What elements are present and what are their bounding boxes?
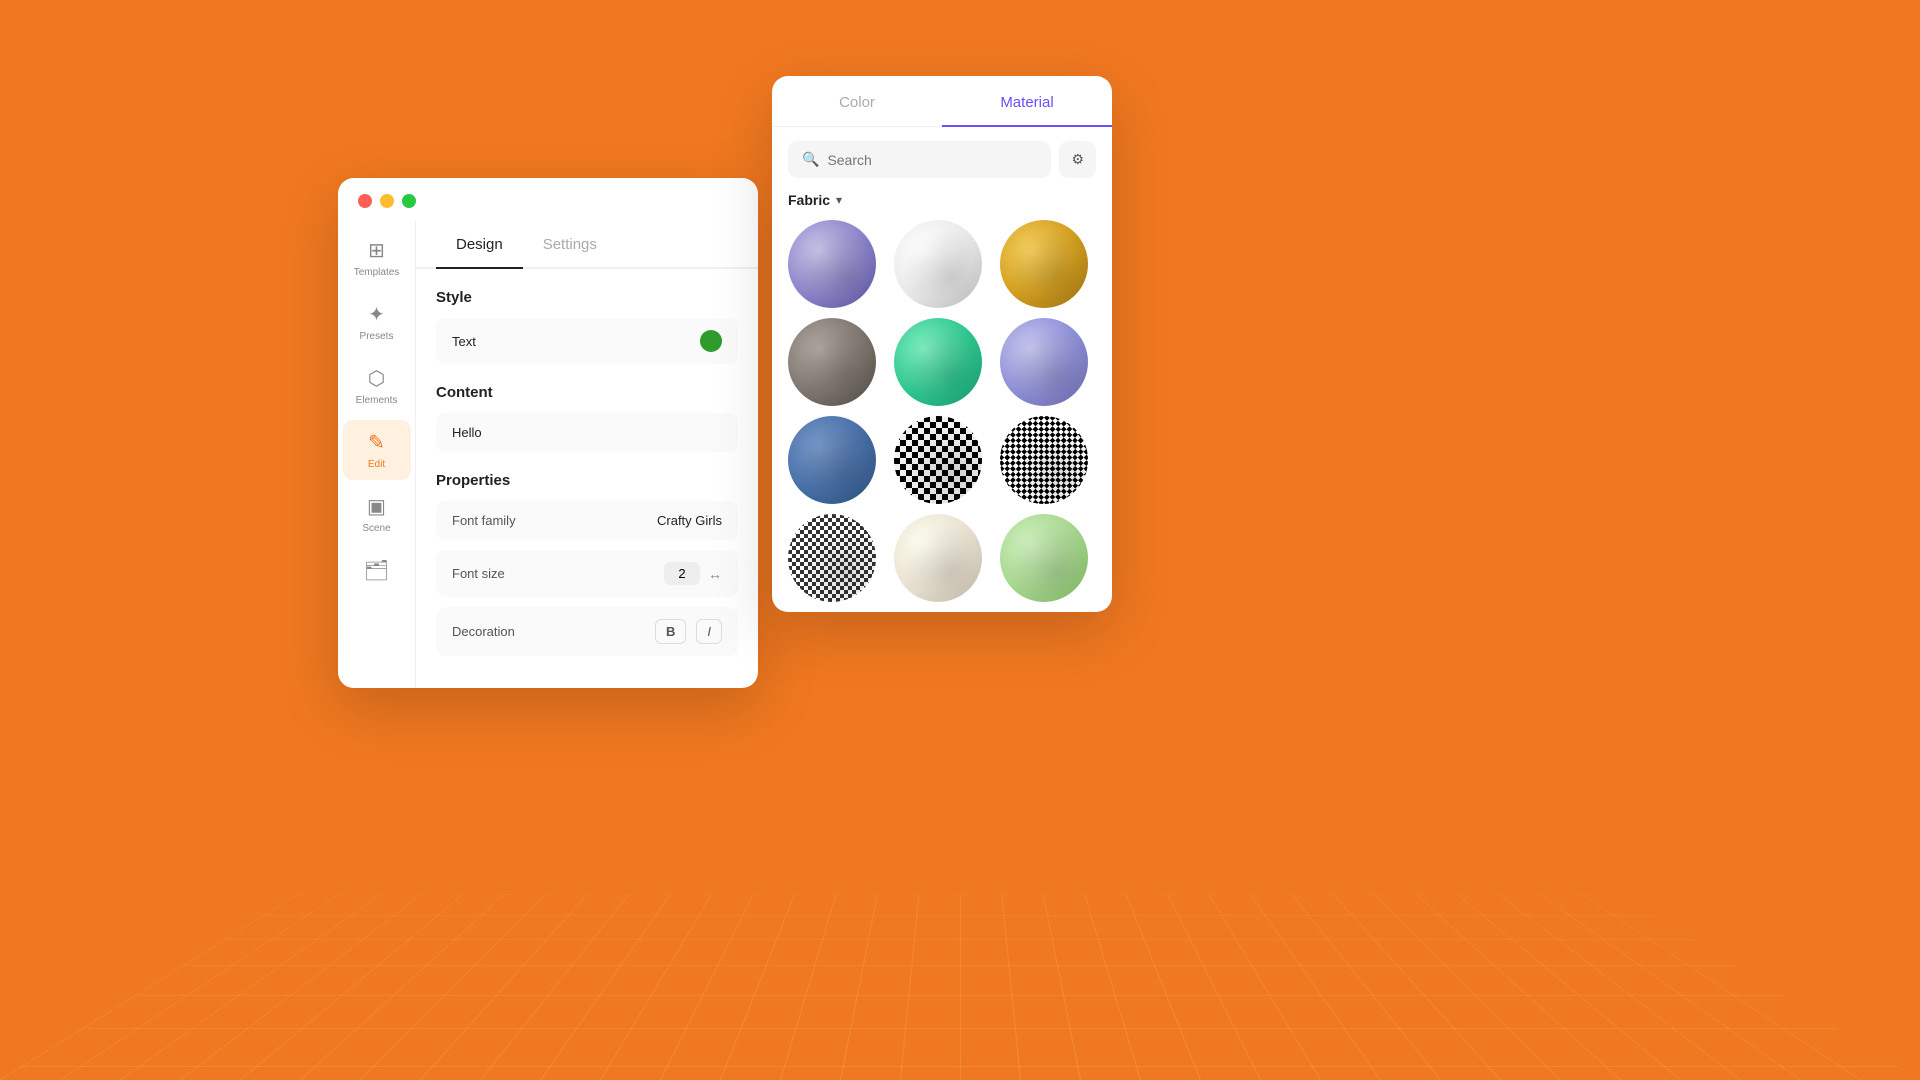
material-mint[interactable] — [894, 318, 982, 406]
fabric-row: Fabric ▾ — [772, 192, 1112, 220]
font-family-row: Font family Crafty Girls — [436, 501, 738, 540]
sidebar-item-templates[interactable]: ⊞ Templates — [343, 228, 411, 288]
scene-icon: ▣ — [367, 494, 386, 519]
elements-icon: ⬡ — [368, 366, 385, 391]
fabric-chevron[interactable]: ▾ — [836, 193, 842, 207]
tabs-bar: Design Settings — [416, 220, 758, 269]
font-size-controls: ↔ — [664, 562, 722, 585]
font-family-value: Crafty Girls — [657, 513, 722, 528]
floor-grid — [0, 894, 1920, 1080]
fabric-label: Fabric — [788, 192, 830, 208]
content-section-title: Content — [436, 384, 738, 401]
font-family-label: Font family — [452, 513, 516, 528]
font-size-arrows: ↔ — [708, 566, 722, 582]
decoration-row: Decoration B I — [436, 607, 738, 656]
properties-section: Properties Font family Crafty Girls Font… — [436, 472, 738, 656]
material-cream-knit[interactable] — [894, 514, 982, 602]
sidebar-item-folder[interactable]: 🗂 — [343, 548, 411, 593]
sidebar-item-presets[interactable]: ✦ Presets — [343, 292, 411, 352]
material-blue-denim[interactable] — [788, 416, 876, 504]
decoration-label: Decoration — [452, 624, 515, 639]
window-chrome — [338, 178, 758, 220]
window-minimize-dot[interactable] — [380, 194, 394, 208]
presets-label: Presets — [360, 331, 394, 342]
material-panel: Color Material 🔍 ⚙ Fabric ▾ — [772, 76, 1112, 612]
decoration-controls: B I — [655, 619, 722, 644]
tab-color[interactable]: Color — [772, 76, 942, 127]
filter-button[interactable]: ⚙ — [1059, 141, 1096, 178]
bold-button[interactable]: B — [655, 619, 686, 644]
templates-label: Templates — [354, 267, 400, 278]
search-input[interactable] — [827, 152, 1037, 168]
style-section-title: Style — [436, 289, 738, 306]
material-grid — [772, 220, 1112, 602]
font-size-row: Font size ↔ — [436, 550, 738, 597]
edit-icon: ✎ — [368, 430, 385, 455]
sidebar-item-scene[interactable]: ▣ Scene — [343, 484, 411, 544]
font-size-input[interactable] — [664, 562, 700, 585]
style-section: Style Text — [436, 289, 738, 364]
templates-icon: ⊞ — [368, 238, 385, 263]
style-value: Text — [452, 334, 476, 349]
properties-section-title: Properties — [436, 472, 738, 489]
material-lavender[interactable] — [788, 220, 876, 308]
search-icon: 🔍 — [802, 151, 819, 168]
sidebar-item-elements[interactable]: ⬡ Elements — [343, 356, 411, 416]
tab-material[interactable]: Material — [942, 76, 1112, 127]
material-tabs: Color Material — [772, 76, 1112, 127]
edit-label: Edit — [368, 459, 385, 470]
content-value: Hello — [452, 425, 482, 440]
material-gold[interactable] — [1000, 220, 1088, 308]
sidebar: ⊞ Templates ✦ Presets ⬡ Elements ✎ Edit … — [338, 220, 416, 688]
search-box[interactable]: 🔍 — [788, 141, 1051, 178]
material-periwinkle[interactable] — [1000, 318, 1088, 406]
content-section: Content Hello — [436, 384, 738, 452]
material-white-knit[interactable] — [894, 220, 982, 308]
style-color-dot[interactable] — [700, 330, 722, 352]
window-close-dot[interactable] — [358, 194, 372, 208]
style-field-row[interactable]: Text — [436, 318, 738, 364]
material-houndstooth[interactable] — [894, 416, 982, 504]
italic-button[interactable]: I — [696, 619, 722, 644]
search-row: 🔍 ⚙ — [772, 127, 1112, 192]
sidebar-item-edit[interactable]: ✎ Edit — [343, 420, 411, 480]
material-gray[interactable] — [788, 318, 876, 406]
filter-icon: ⚙ — [1071, 151, 1084, 168]
design-panel: ⊞ Templates ✦ Presets ⬡ Elements ✎ Edit … — [338, 178, 758, 688]
content-field-row[interactable]: Hello — [436, 413, 738, 452]
material-houndstooth-sm[interactable] — [788, 514, 876, 602]
material-light-green[interactable] — [1000, 514, 1088, 602]
scene-label: Scene — [362, 523, 390, 534]
form-area: Style Text Content Hello Properties — [416, 269, 758, 688]
window-maximize-dot[interactable] — [402, 194, 416, 208]
folder-icon: 🗂 — [364, 558, 389, 583]
material-zigzag[interactable] — [1000, 416, 1088, 504]
font-size-label: Font size — [452, 566, 505, 581]
elements-label: Elements — [356, 395, 398, 406]
tab-design[interactable]: Design — [436, 220, 523, 269]
tab-settings[interactable]: Settings — [523, 220, 617, 269]
panel-body: ⊞ Templates ✦ Presets ⬡ Elements ✎ Edit … — [338, 220, 758, 688]
main-content: Design Settings Style Text C — [416, 220, 758, 688]
presets-icon: ✦ — [368, 302, 385, 327]
